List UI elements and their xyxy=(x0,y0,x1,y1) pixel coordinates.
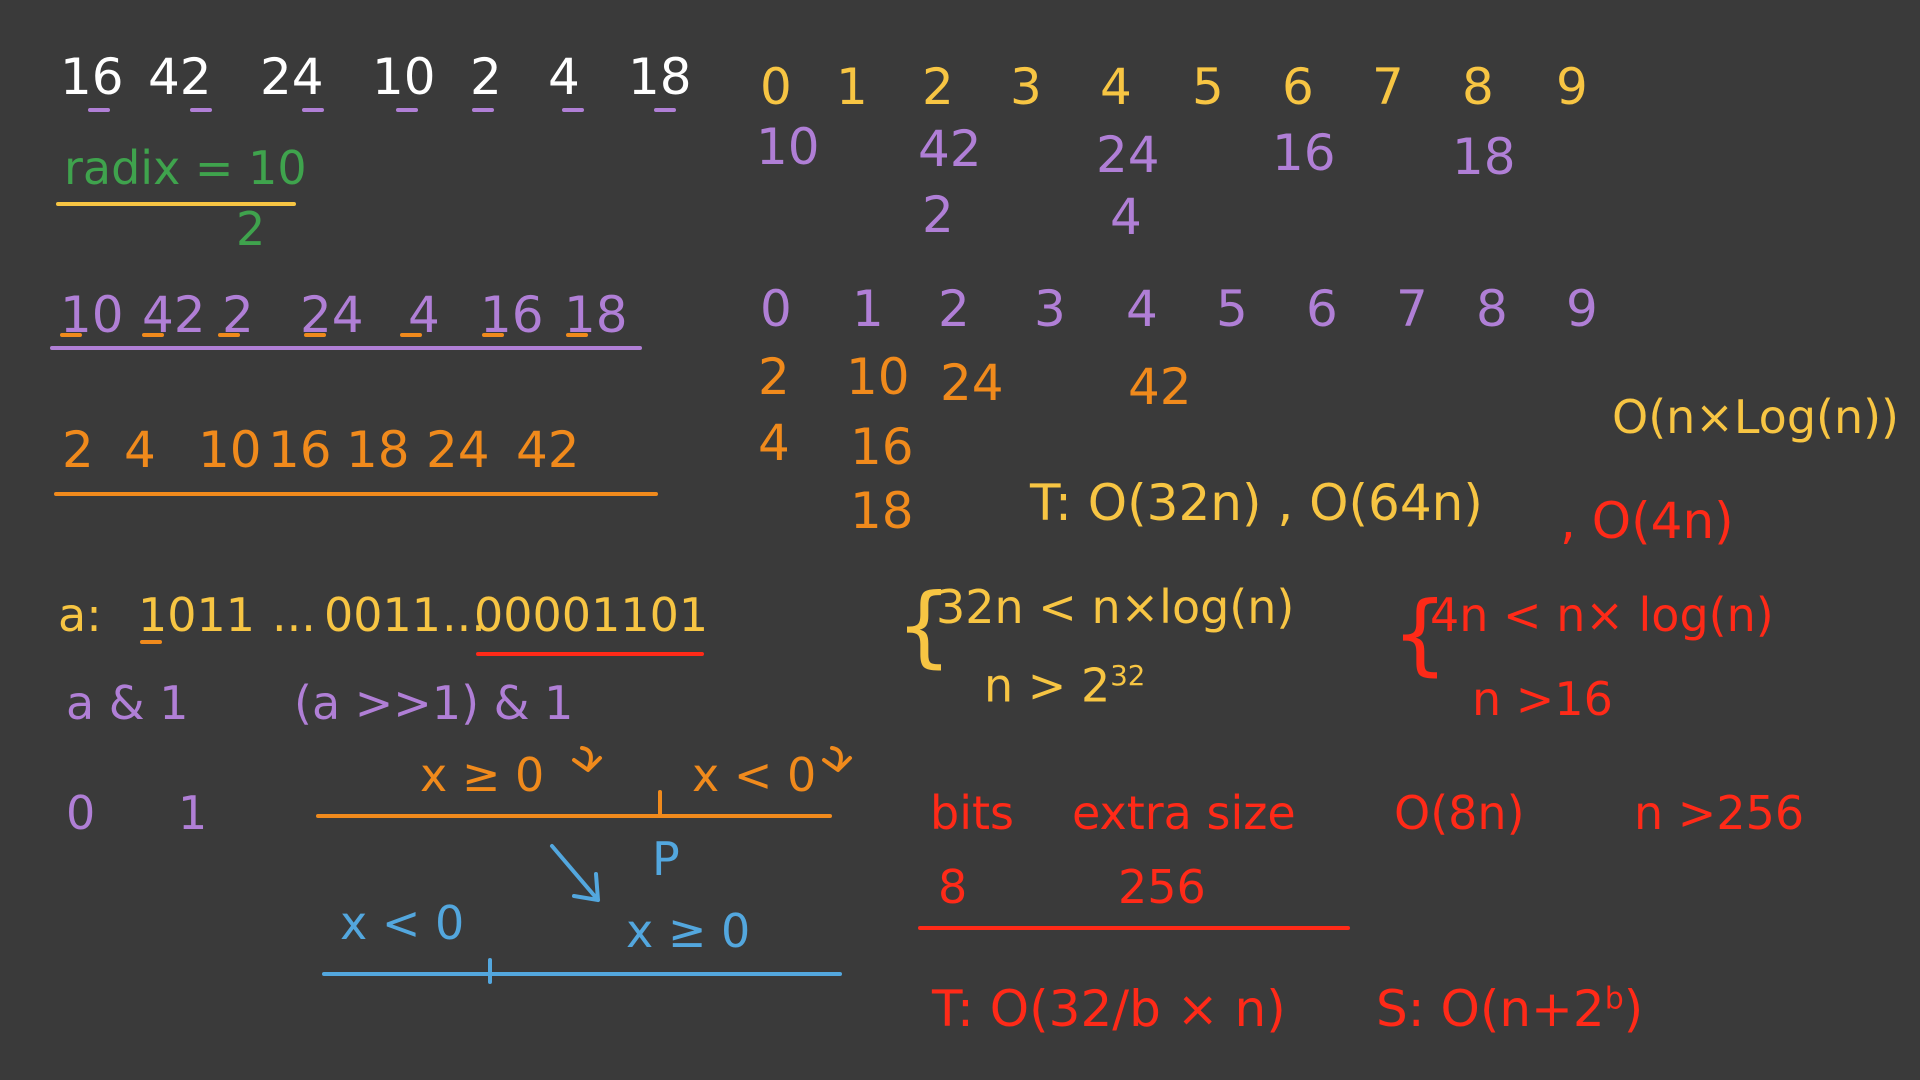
whiteboard: 16 42 24 10 2 4 18 radix = 10 2 10 42 2 … xyxy=(0,0,1920,1080)
down-arrow-icon xyxy=(550,844,600,902)
curl-arrow-icon xyxy=(572,746,602,772)
curl-arrow-icon xyxy=(822,746,852,772)
arrows-layer xyxy=(550,746,852,902)
